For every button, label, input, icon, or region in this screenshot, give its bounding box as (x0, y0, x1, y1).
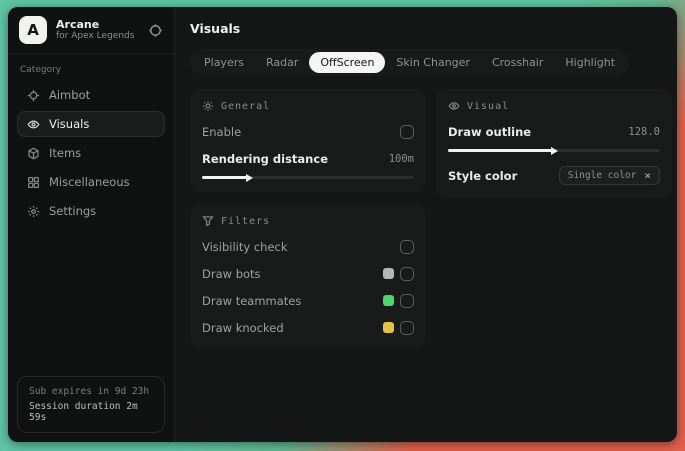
category-label: Category (20, 65, 62, 75)
slider-fill (448, 149, 554, 152)
sidebar-item-aimbot[interactable]: Aimbot (17, 82, 165, 108)
sun-icon (202, 100, 214, 112)
general-card: General Enable Rendering distance 100m (190, 89, 426, 192)
sidebar-item-label: Aimbot (49, 88, 91, 102)
page-title: Visuals (190, 21, 241, 36)
session-duration-text: Session duration 2m 59s (29, 401, 138, 423)
visibility-check-checkbox[interactable] (400, 239, 414, 254)
general-card-header: General (202, 100, 414, 112)
style-color-value: Single color (567, 170, 637, 181)
app-subtitle: for Apex Legends (56, 31, 135, 42)
draw-teammates-row: Draw teammates (202, 293, 414, 308)
sidebar-item-label: Items (49, 146, 82, 160)
draw-knocked-row: Draw knocked (202, 320, 414, 335)
app-window: A Arcane for Apex Legends Category Aimbo… (8, 7, 677, 442)
slider-fill (202, 176, 249, 179)
filters-card-title: Filters (221, 215, 271, 227)
draw-knocked-label: Draw knocked (202, 320, 284, 335)
grid-icon (27, 176, 40, 189)
session-info-panel: Sub expires in 9d 23h Session duration 2… (17, 376, 165, 433)
draw-teammates-color-swatch[interactable] (383, 295, 394, 306)
funnel-icon (202, 215, 214, 227)
crosshair-icon (27, 89, 40, 102)
sidebar-item-settings[interactable]: Settings (17, 198, 165, 224)
app-logo: A (19, 16, 47, 44)
visual-card-header: Visual (448, 100, 660, 112)
draw-bots-label: Draw bots (202, 266, 261, 281)
cards-left-column: General Enable Rendering distance 100m F… (190, 89, 426, 348)
sidebar-item-items[interactable]: Items (17, 140, 165, 166)
enable-row: Enable (202, 124, 414, 139)
box-icon (27, 147, 40, 160)
visibility-check-label: Visibility check (202, 239, 288, 254)
eye-icon (27, 118, 40, 131)
enable-checkbox[interactable] (400, 124, 414, 139)
app-meta: Arcane for Apex Legends (56, 18, 139, 43)
visual-card: Visual Draw outline 128.0 Style color Si… (436, 89, 672, 198)
tab-bar: Players Radar OffScreen Skin Changer Cro… (190, 49, 630, 76)
draw-knocked-checkbox[interactable] (400, 320, 414, 335)
rendering-distance-row: Rendering distance 100m (202, 151, 414, 166)
sidebar-item-label: Miscellaneous (49, 175, 130, 189)
tab-skin-changer[interactable]: Skin Changer (385, 52, 481, 73)
draw-outline-slider[interactable] (448, 146, 660, 155)
app-name: Arcane (56, 17, 100, 31)
sidebar-item-miscellaneous[interactable]: Miscellaneous (17, 169, 165, 195)
draw-bots-row: Draw bots (202, 266, 414, 281)
row-controls (383, 293, 414, 308)
visibility-check-row: Visibility check (202, 239, 414, 254)
row-controls (383, 320, 414, 335)
sidebar-item-label: Settings (49, 204, 97, 218)
draw-teammates-checkbox[interactable] (400, 293, 414, 308)
main-content: Visuals Players Radar OffScreen Skin Cha… (175, 7, 685, 442)
tab-crosshair[interactable]: Crosshair (481, 52, 554, 73)
general-card-title: General (221, 100, 271, 112)
draw-bots-checkbox[interactable] (400, 266, 414, 281)
draw-knocked-color-swatch[interactable] (383, 322, 394, 333)
draw-teammates-label: Draw teammates (202, 293, 302, 308)
draw-outline-value: 128.0 (628, 125, 660, 138)
enable-label: Enable (202, 124, 242, 139)
cards-right-column: Visual Draw outline 128.0 Style color Si… (436, 89, 672, 198)
app-header: A Arcane for Apex Legends (8, 7, 174, 54)
close-icon[interactable]: × (644, 170, 651, 181)
draw-bots-color-swatch[interactable] (383, 268, 394, 279)
sidebar: A Arcane for Apex Legends Category Aimbo… (8, 7, 175, 442)
desktop: { "app": { "logo_letter": "A", "name": "… (0, 0, 685, 451)
filters-card: Filters Visibility check Draw bots Draw … (190, 204, 426, 348)
cards-area: General Enable Rendering distance 100m F… (190, 89, 672, 348)
row-controls (400, 239, 414, 254)
filters-card-header: Filters (202, 215, 414, 227)
draw-outline-label: Draw outline (448, 124, 532, 139)
tab-players[interactable]: Players (193, 52, 255, 73)
tab-radar[interactable]: Radar (255, 52, 309, 73)
eye-icon (448, 100, 460, 112)
tab-offscreen[interactable]: OffScreen (309, 52, 386, 73)
sub-expires-text: Sub expires in 9d 23h (29, 386, 150, 397)
style-color-row: Style color Single color × (448, 166, 660, 185)
style-color-select[interactable]: Single color × (558, 166, 660, 185)
row-controls (383, 266, 414, 281)
target-icon[interactable] (148, 23, 163, 38)
visual-card-title: Visual (467, 100, 510, 112)
slider-thumb[interactable] (245, 173, 253, 182)
rendering-distance-value: 100m (388, 152, 414, 165)
sidebar-item-visuals[interactable]: Visuals (17, 111, 165, 137)
tab-highlight[interactable]: Highlight (554, 52, 626, 73)
rendering-distance-slider[interactable] (202, 173, 414, 182)
sidebar-nav: Aimbot Visuals Items Miscellaneous Setti… (8, 80, 174, 229)
slider-thumb[interactable] (551, 146, 558, 155)
gear-icon (27, 205, 40, 218)
draw-outline-row: Draw outline 128.0 (448, 124, 660, 139)
rendering-distance-label: Rendering distance (202, 151, 328, 166)
style-color-label: Style color (448, 168, 518, 183)
sidebar-item-label: Visuals (49, 117, 90, 131)
